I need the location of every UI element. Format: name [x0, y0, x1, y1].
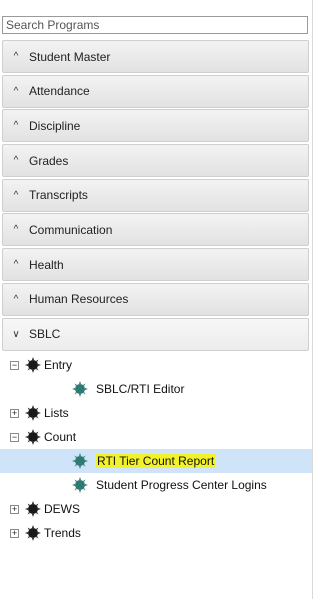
collapse-icon[interactable]: − — [10, 361, 19, 370]
tree-node-count[interactable]: − Count — [0, 425, 312, 449]
chevron-up-icon: ^ — [13, 259, 19, 271]
tree-label-student-progress-center-logins: Student Progress Center Logins — [96, 478, 267, 492]
expand-icon[interactable]: + — [10, 505, 19, 514]
tree-label-lists: Lists — [44, 406, 69, 420]
tree-label-sblc-rti-editor: SBLC/RTI Editor — [96, 382, 185, 396]
collapse-icon[interactable]: − — [10, 433, 19, 442]
expand-icon[interactable]: + — [10, 529, 19, 538]
tree-node-trends[interactable]: + Trends — [0, 521, 312, 545]
accordion-label: Health — [29, 257, 64, 272]
tree-node-lists[interactable]: + Lists — [0, 401, 312, 425]
accordion-human-resources[interactable]: ^ Human Resources — [2, 282, 309, 316]
tree-label-count: Count — [44, 430, 77, 444]
accordion-grades[interactable]: ^ Grades — [2, 144, 309, 178]
tree-node-dews[interactable]: + DEWS — [0, 497, 312, 521]
accordion-label: Discipline — [29, 118, 81, 133]
gear-icon — [25, 405, 41, 421]
chevron-down-icon: ∨ — [12, 328, 20, 340]
accordion-discipline[interactable]: ^ Discipline — [2, 109, 309, 143]
program-panel: ^ Student Master ^ Attendance ^ Discipli… — [0, 0, 313, 599]
accordion-label: Communication — [29, 222, 113, 237]
accordion-communication[interactable]: ^ Communication — [2, 213, 309, 247]
accordion-transcripts[interactable]: ^ Transcripts — [2, 178, 309, 212]
chevron-up-icon: ^ — [13, 224, 19, 236]
chevron-up-icon: ^ — [13, 120, 19, 132]
tree-node-rti-tier-count-report[interactable]: RTI Tier Count Report — [0, 449, 312, 473]
gear-icon — [72, 477, 88, 493]
gear-icon — [25, 357, 41, 373]
gear-icon — [25, 525, 41, 541]
tree-label-entry: Entry — [44, 358, 73, 372]
accordion-label: SBLC — [29, 327, 61, 341]
module-accordion: ^ Student Master ^ Attendance ^ Discipli… — [2, 40, 309, 352]
accordion-student-master[interactable]: ^ Student Master — [2, 40, 309, 73]
expand-icon[interactable]: + — [10, 409, 19, 418]
tree-node-student-progress-center-logins[interactable]: Student Progress Center Logins — [0, 473, 312, 497]
chevron-up-icon: ^ — [13, 51, 19, 62]
tree-label-trends: Trends — [44, 526, 81, 540]
accordion-attendance[interactable]: ^ Attendance — [2, 74, 309, 108]
accordion-label: Student Master — [29, 49, 111, 64]
chevron-up-icon: ^ — [13, 189, 19, 201]
gear-icon — [72, 381, 88, 397]
chevron-up-icon: ^ — [13, 85, 19, 97]
accordion-label: Transcripts — [29, 188, 88, 203]
tree-label-dews: DEWS — [44, 502, 80, 516]
sblc-tree: − Entry SBLC/RTI Editor + Lists − Count … — [0, 353, 312, 545]
accordion-health[interactable]: ^ Health — [2, 248, 309, 282]
accordion-label: Human Resources — [29, 292, 129, 307]
chevron-up-icon: ^ — [13, 155, 19, 167]
tree-node-sblc-rti-editor[interactable]: SBLC/RTI Editor — [0, 377, 312, 401]
accordion-label: Grades — [29, 153, 69, 168]
chevron-up-icon: ^ — [13, 293, 19, 305]
search-input[interactable] — [2, 16, 308, 34]
tree-label-rti-tier-count-report: RTI Tier Count Report — [96, 454, 216, 468]
gear-icon — [25, 501, 41, 517]
tree-node-entry[interactable]: − Entry — [0, 353, 312, 377]
accordion-label: Attendance — [29, 84, 90, 99]
gear-icon — [25, 429, 41, 445]
accordion-sblc[interactable]: ∨ SBLC — [2, 317, 309, 351]
gear-icon — [72, 453, 88, 469]
